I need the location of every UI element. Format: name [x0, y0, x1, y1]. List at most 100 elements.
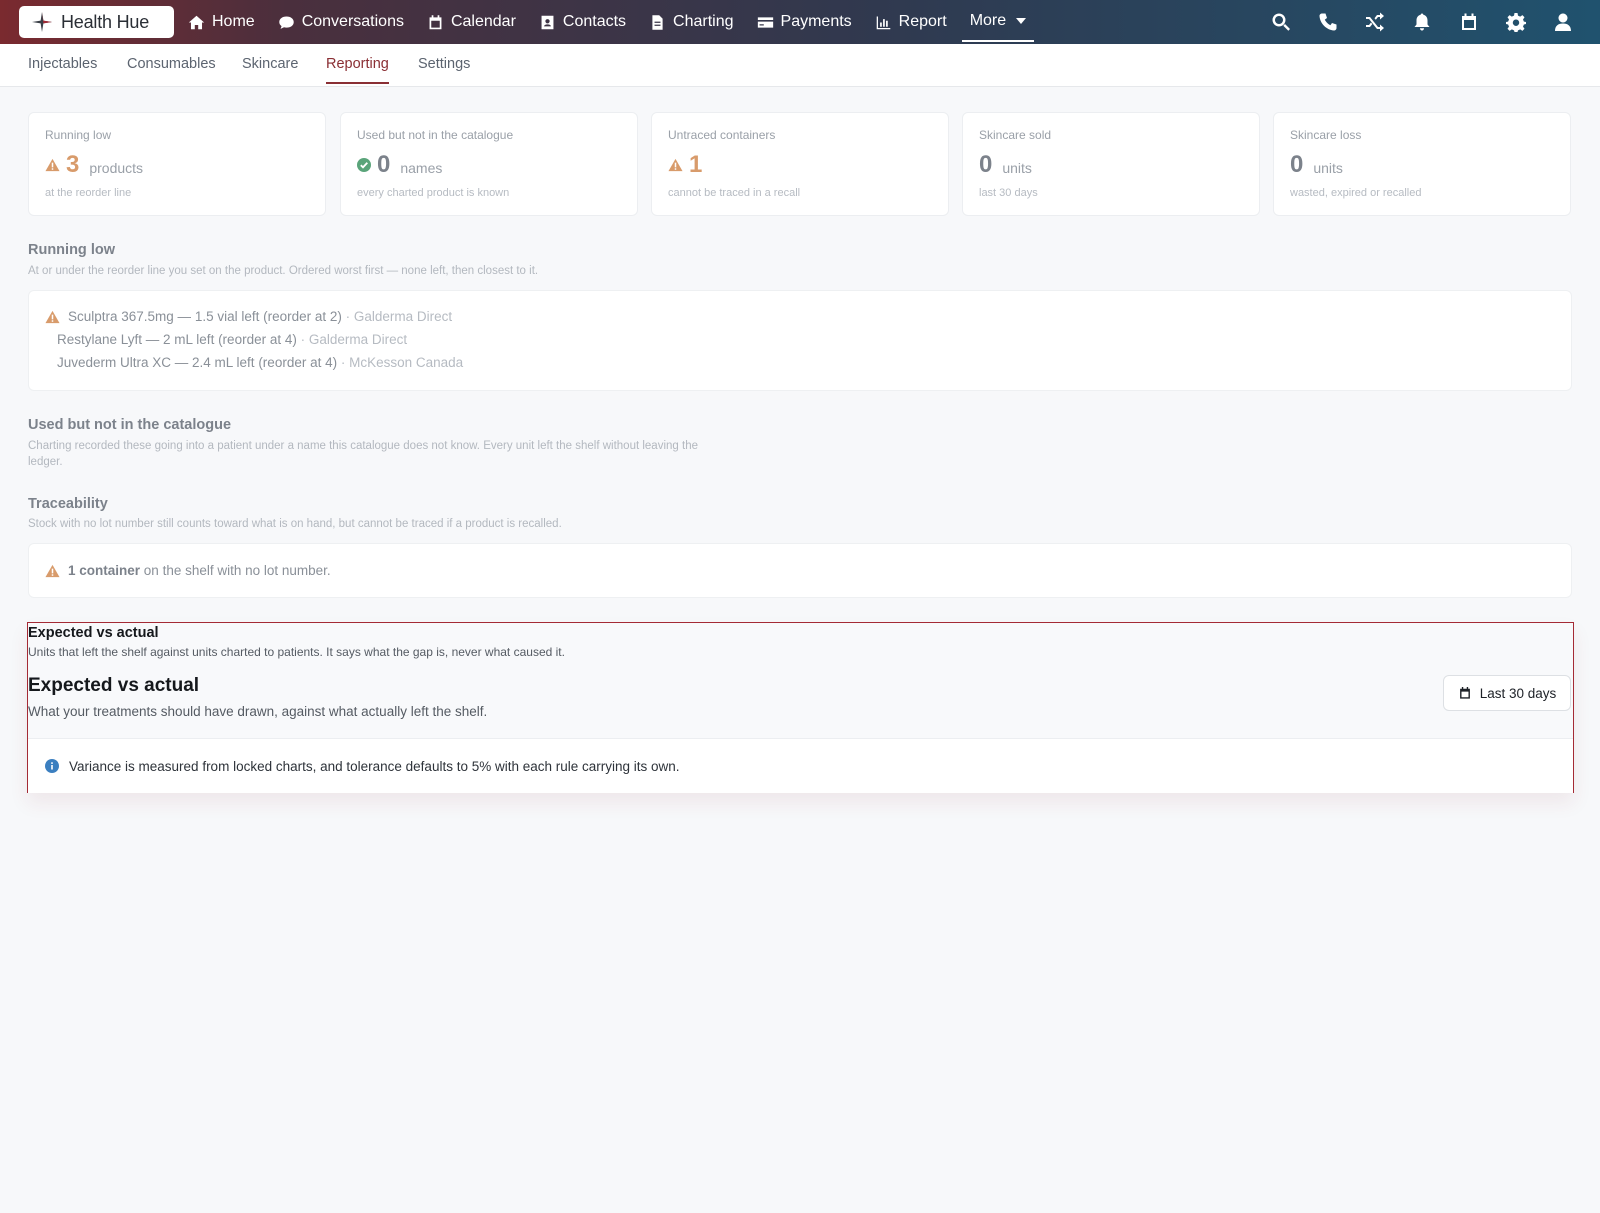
tab-consumables[interactable]: Consumables [127, 56, 216, 82]
info-icon [45, 759, 59, 773]
stat-value: 3 [66, 151, 80, 178]
stat-card-uncatalogued[interactable]: Used but not in the catalogue 0 names ev… [340, 112, 638, 216]
nav-calendar[interactable]: Calendar [427, 0, 516, 44]
supplier-name: · Galderma Direct [345, 309, 453, 324]
bell-icon [1414, 13, 1430, 31]
date-range-label: Last 30 days [1479, 685, 1557, 701]
tab-skincare[interactable]: Skincare [242, 56, 298, 82]
settings-button[interactable] [1505, 11, 1527, 33]
variance-info-text: Variance is measured from locked charts,… [69, 758, 680, 774]
nav-contacts-label: Contacts [562, 13, 627, 30]
nav-actions [1270, 0, 1574, 44]
chat-icon [278, 16, 294, 29]
nav-conversations[interactable]: Conversations [278, 0, 404, 44]
home-icon [188, 15, 205, 29]
warning-icon [45, 158, 60, 172]
nav-more-label: More [969, 12, 1007, 29]
credit-card-icon [757, 16, 773, 28]
search-icon [1272, 13, 1290, 31]
expected-vs-actual-section: Expected vs actual Units that left the s… [27, 622, 1574, 793]
expected-vs-actual-description: What your treatments should have drawn, … [28, 704, 488, 719]
catalogue-heading: Used but not in the catalogue [28, 417, 232, 433]
stat-unit: products [89, 160, 144, 176]
untraced-count: 1 container [68, 563, 141, 578]
expected-vs-actual-section-description: Units that left the shelf against units … [28, 645, 565, 659]
search-button[interactable] [1270, 11, 1292, 33]
stat-card-skincare-sold[interactable]: Skincare sold 0 units last 30 days [962, 112, 1260, 216]
warning-icon [45, 310, 60, 323]
traceability-heading: Traceability [28, 496, 108, 512]
nav-charting[interactable]: Charting [649, 0, 734, 44]
stat-value: 0 [377, 151, 391, 178]
document-icon [652, 14, 663, 30]
calendar-icon [429, 14, 442, 29]
calendar-icon [1462, 13, 1476, 30]
chevron-down-icon [1016, 18, 1027, 24]
tab-injectables[interactable]: Injectables [28, 56, 97, 82]
product-stock-text: Sculptra 367.5mg — 1.5 vial left (reorde… [68, 309, 342, 324]
top-navigation-bar: Health Hue Home Conversations Calendar C… [0, 0, 1600, 44]
brand-logo[interactable]: Health Hue [19, 6, 174, 38]
traceability-description: Stock with no lot number still counts to… [28, 518, 562, 530]
stat-card-running-low[interactable]: Running low 3 products at the reorder li… [28, 112, 326, 216]
stat-subtext: every charted product is known [357, 187, 510, 199]
tab-reporting[interactable]: Reporting [326, 56, 389, 84]
date-range-button[interactable]: Last 30 days [1443, 675, 1571, 711]
nav-conversations-label: Conversations [301, 13, 404, 30]
stat-subtext: last 30 days [979, 187, 1038, 199]
bar-chart-icon [876, 16, 890, 29]
list-item[interactable]: Sculptra 367.5mg — 1.5 vial left (reorde… [45, 309, 452, 324]
stat-subtext: wasted, expired or recalled [1290, 187, 1422, 199]
gear-icon [1506, 13, 1526, 32]
notifications-button[interactable] [1411, 11, 1433, 33]
stat-subtext: at the reorder line [45, 187, 132, 199]
stat-unit: units [1002, 160, 1032, 176]
phone-button[interactable] [1317, 11, 1339, 33]
stat-subtext: cannot be traced in a recall [668, 187, 801, 199]
stat-card-skincare-loss[interactable]: Skincare loss 0 units wasted, expired or… [1273, 112, 1571, 216]
running-low-list: Sculptra 367.5mg — 1.5 vial left (reorde… [28, 290, 1572, 391]
warning-icon [45, 564, 60, 577]
stat-value: 0 [1290, 151, 1304, 178]
nav-charting-label: Charting [673, 13, 734, 30]
user-icon [1555, 13, 1571, 31]
traceability-panel: 1 container on the shelf with no lot num… [28, 543, 1572, 598]
supplier-name: · McKesson Canada [340, 355, 464, 370]
nav-payments[interactable]: Payments [757, 0, 852, 44]
nav-more-dropdown[interactable]: More [961, 2, 1035, 42]
stat-label: Skincare sold [979, 128, 1052, 142]
running-low-heading: Running low [28, 242, 115, 258]
phone-icon [1319, 13, 1337, 31]
untraced-summary[interactable]: 1 container on the shelf with no lot num… [45, 563, 331, 578]
stat-value: 1 [689, 151, 703, 178]
expected-vs-actual-title: Expected vs actual [28, 675, 200, 696]
check-circle-icon [357, 158, 371, 172]
tab-settings[interactable]: Settings [418, 56, 470, 82]
supplier-name: · Galderma Direct [300, 332, 408, 347]
calendar-button[interactable] [1458, 11, 1480, 33]
shuffle-button[interactable] [1364, 11, 1386, 33]
profile-button[interactable] [1552, 11, 1574, 33]
expected-vs-actual-section-heading: Expected vs actual [28, 625, 159, 641]
stat-unit: names [400, 160, 443, 176]
nav-report-label: Report [898, 13, 947, 30]
catalogue-description: Charting recorded these going into a pat… [28, 440, 698, 468]
stat-label: Untraced containers [668, 128, 776, 142]
stat-card-untraced[interactable]: Untraced containers 1 cannot be traced i… [651, 112, 949, 216]
product-stock-text: Juvederm Ultra XC — 2.4 mL left (reorder… [57, 355, 338, 370]
variance-info-box: Variance is measured from locked charts,… [28, 738, 1573, 793]
nav-home[interactable]: Home [188, 0, 255, 44]
main-nav: Home Conversations Calendar Contacts Cha… [188, 0, 1057, 44]
brand-name: Health Hue [61, 11, 150, 32]
health-hue-logo-icon [32, 12, 52, 32]
running-low-description: At or under the reorder line you set on … [28, 265, 539, 277]
list-item[interactable]: Juvederm Ultra XC — 2.4 mL left (reorder… [57, 355, 463, 370]
nav-contacts[interactable]: Contacts [539, 0, 626, 44]
list-item[interactable]: Restylane Lyft — 2 mL left (reorder at 4… [57, 332, 407, 347]
stat-label: Used but not in the catalogue [357, 128, 514, 142]
warning-icon [668, 158, 683, 172]
nav-report[interactable]: Report [875, 0, 947, 44]
inventory-subnav: Injectables Consumables Skincare Reporti… [0, 44, 1600, 87]
nav-payments-label: Payments [780, 13, 852, 30]
nav-calendar-label: Calendar [450, 13, 516, 30]
